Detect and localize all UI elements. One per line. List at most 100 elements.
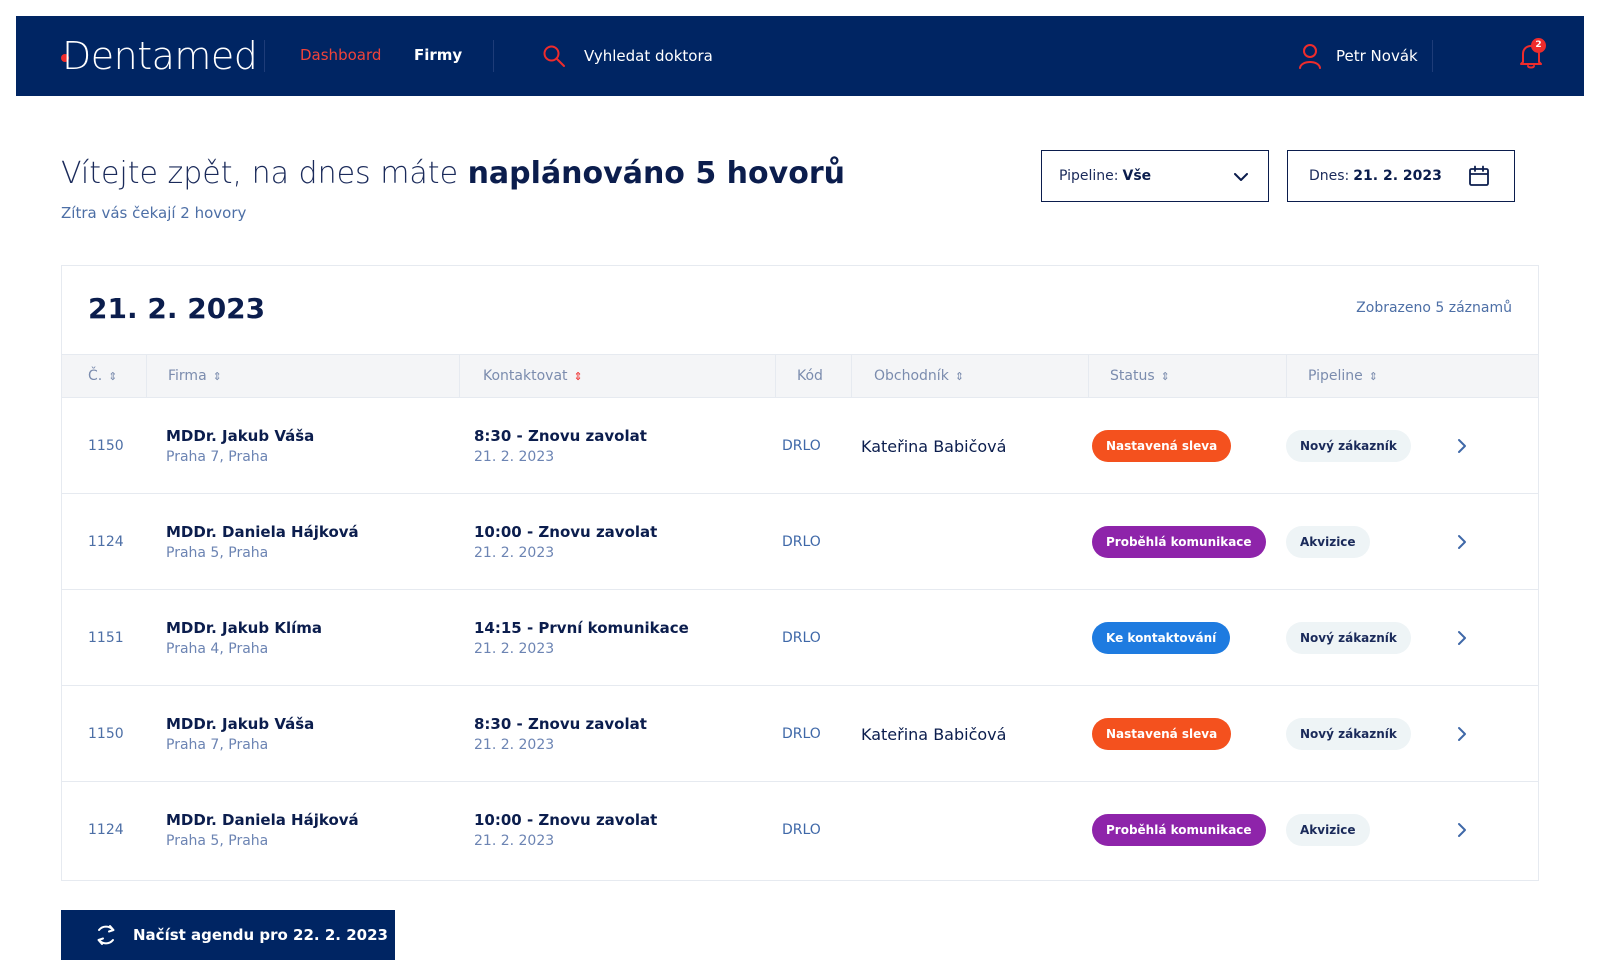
- notifications-button[interactable]: 2: [1516, 38, 1548, 72]
- table-row[interactable]: 1151 MDDr. Jakub Klíma Praha 4, Praha 14:15…: [62, 590, 1538, 686]
- column-divider: [146, 355, 147, 397]
- welcome-prefix: Vítejte zpět, na dnes máte: [61, 156, 459, 191]
- user-menu[interactable]: Petr Novák: [1298, 40, 1418, 72]
- sort-icon: ⇕: [1160, 369, 1170, 383]
- welcome-subtitle: Zítra vás čekají 2 hovory: [61, 204, 247, 222]
- contact-action: 10:00 - Znovu zavolat: [474, 811, 658, 829]
- cell-rep: Kateřina Babičová: [861, 686, 1006, 782]
- chevron-down-icon: [1234, 173, 1248, 181]
- row-open-button[interactable]: [1457, 494, 1467, 590]
- cell-firm: MDDr. Daniela Hájková Praha 5, Praha: [166, 494, 359, 590]
- nav-divider: [264, 40, 265, 72]
- notification-badge: 2: [1531, 38, 1546, 53]
- contact-date: 21. 2. 2023: [474, 833, 555, 849]
- code-value: DRLO: [782, 534, 821, 550]
- chevron-right-icon: [1458, 439, 1466, 453]
- code-value: DRLO: [782, 630, 821, 646]
- cell-number: 1124: [88, 494, 124, 590]
- user-name: Petr Novák: [1336, 47, 1418, 65]
- nav-divider: [1432, 40, 1433, 72]
- cell-status: Ke kontaktování: [1092, 590, 1231, 686]
- table-row[interactable]: 1124 MDDr. Daniela Hájková Praha 5, Praha 1…: [62, 494, 1538, 590]
- column-header-code: Kód: [797, 355, 823, 397]
- pipeline-select[interactable]: Pipeline: Vše: [1041, 150, 1269, 202]
- firm-address: Praha 5, Praha: [166, 833, 269, 849]
- column-header-rep[interactable]: Obchodník ⇕: [874, 355, 964, 397]
- column-label: Kód: [797, 368, 823, 384]
- contact-action: 8:30 - Znovu zavolat: [474, 715, 647, 733]
- column-header-pipeline[interactable]: Pipeline ⇕: [1308, 355, 1378, 397]
- firm-address: Praha 4, Praha: [166, 641, 269, 657]
- load-next-agenda-button[interactable]: Načíst agendu pro 22. 2. 2023: [61, 910, 395, 960]
- row-open-button[interactable]: [1457, 686, 1467, 782]
- firm-name[interactable]: MDDr. Jakub Váša: [166, 715, 314, 733]
- cell-firm: MDDr. Jakub Klíma Praha 4, Praha: [166, 590, 322, 686]
- table-row[interactable]: 1150 MDDr. Jakub Váša Praha 7, Praha 8:30 -…: [62, 398, 1538, 494]
- row-open-button[interactable]: [1457, 782, 1467, 878]
- cell-contact: 10:00 - Znovu zavolat 21. 2. 2023: [474, 494, 657, 590]
- top-navbar: Dentamed Dashboard Firmy Vyhledat doktor…: [16, 16, 1584, 96]
- column-label: Obchodník: [874, 368, 949, 384]
- cell-code: DRLO: [782, 686, 821, 782]
- nav-link-dashboard[interactable]: Dashboard: [300, 46, 381, 64]
- firm-name[interactable]: MDDr. Daniela Hájková: [166, 523, 359, 541]
- refresh-icon: [97, 925, 115, 945]
- date-picker[interactable]: Dnes: 21. 2. 2023: [1287, 150, 1515, 202]
- doctor-search-button[interactable]: Vyhledat doktora: [542, 40, 713, 72]
- sort-icon: ⇕: [108, 369, 118, 383]
- column-label: Kontaktovat: [483, 368, 568, 384]
- search-label: Vyhledat doktora: [584, 47, 713, 65]
- column-label: Pipeline: [1308, 368, 1363, 384]
- firm-address: Praha 5, Praha: [166, 545, 269, 561]
- nav-link-firmy[interactable]: Firmy: [414, 46, 462, 64]
- cell-contact: 8:30 - Znovu zavolat 21. 2. 2023: [474, 398, 647, 494]
- firm-name[interactable]: MDDr. Jakub Váša: [166, 427, 314, 445]
- cell-code: DRLO: [782, 494, 821, 590]
- pipeline-select-label: Pipeline:: [1059, 168, 1119, 184]
- column-header-number[interactable]: Č. ⇕: [88, 355, 117, 397]
- firm-name[interactable]: MDDr. Daniela Hájková: [166, 811, 359, 829]
- contact-action: 8:30 - Znovu zavolat: [474, 427, 647, 445]
- cell-pipeline: Nový zákazník: [1286, 686, 1411, 782]
- cell-status: Nastavená sleva: [1092, 398, 1232, 494]
- contact-date: 21. 2. 2023: [474, 641, 555, 657]
- chevron-right-icon: [1458, 631, 1466, 645]
- column-header-firm[interactable]: Firma ⇕: [168, 355, 222, 397]
- cell-number: 1124: [88, 782, 124, 878]
- row-open-button[interactable]: [1457, 398, 1467, 494]
- cell-status: Nastavená sleva: [1092, 686, 1232, 782]
- cell-firm: MDDr. Jakub Váša Praha 7, Praha: [166, 398, 314, 494]
- pipeline-tag: Nový zákazník: [1286, 622, 1411, 654]
- firm-address: Praha 7, Praha: [166, 449, 269, 465]
- chevron-right-icon: [1458, 727, 1466, 741]
- table-row[interactable]: 1124 MDDr. Daniela Hájková Praha 5, Praha 1…: [62, 782, 1538, 878]
- cell-contact: 8:30 - Znovu zavolat 21. 2. 2023: [474, 686, 647, 782]
- row-open-button[interactable]: [1457, 590, 1467, 686]
- table-row[interactable]: 1150 MDDr. Jakub Váša Praha 7, Praha 8:30 -…: [62, 686, 1538, 782]
- column-header-status[interactable]: Status ⇕: [1110, 355, 1170, 397]
- chevron-right-icon: [1458, 535, 1466, 549]
- column-divider: [1088, 355, 1089, 397]
- contact-date: 21. 2. 2023: [474, 545, 555, 561]
- column-divider: [459, 355, 460, 397]
- column-divider: [775, 355, 776, 397]
- column-header-contact[interactable]: Kontaktovat ⇕: [483, 355, 583, 397]
- cell-pipeline: Nový zákazník: [1286, 398, 1411, 494]
- cell-rep: Kateřina Babičová: [861, 398, 1006, 494]
- code-value: DRLO: [782, 438, 821, 454]
- pipeline-tag: Nový zákazník: [1286, 430, 1411, 462]
- load-next-agenda-label: Načíst agendu pro 22. 2. 2023: [133, 926, 388, 944]
- logo[interactable]: Dentamed: [62, 34, 258, 78]
- welcome-highlight: naplánováno 5 hovorů: [467, 156, 845, 191]
- column-label: Status: [1110, 368, 1155, 384]
- cell-code: DRLO: [782, 398, 821, 494]
- sort-icon: ⇕: [954, 369, 965, 383]
- code-value: DRLO: [782, 726, 821, 742]
- firm-name[interactable]: MDDr. Jakub Klíma: [166, 619, 322, 637]
- record-number: 1124: [88, 822, 124, 838]
- cell-contact: 10:00 - Znovu zavolat 21. 2. 2023: [474, 782, 657, 878]
- cell-pipeline: Nový zákazník: [1286, 590, 1411, 686]
- column-divider: [1286, 355, 1287, 397]
- date-picker-label: Dnes:: [1309, 168, 1350, 184]
- cell-contact: 14:15 - První komunikace 21. 2. 2023: [474, 590, 689, 686]
